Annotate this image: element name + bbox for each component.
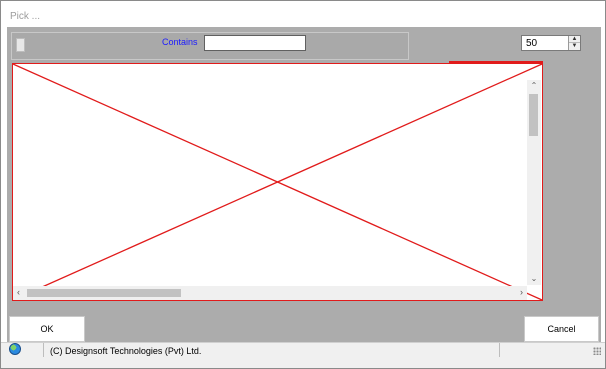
contains-input[interactable] — [204, 35, 306, 51]
pick-dialog: Pick ... Contains 50 ▲ ▼ ⌃ ⌄ ‹ › OK Canc… — [0, 0, 606, 369]
vertical-scroll-thumb[interactable] — [529, 94, 538, 136]
dialog-body: Contains 50 ▲ ▼ ⌃ ⌄ ‹ › OK Cancel — [7, 27, 601, 342]
cancel-button[interactable]: Cancel — [524, 316, 599, 342]
results-grid[interactable]: ⌃ ⌄ ‹ › — [12, 63, 543, 301]
count-spinner[interactable]: 50 ▲ ▼ — [521, 35, 581, 51]
spin-buttons: ▲ ▼ — [568, 36, 580, 50]
right-panel — [543, 63, 601, 301]
status-separator — [43, 343, 44, 357]
ok-button[interactable]: OK — [9, 316, 85, 342]
globe-icon — [9, 343, 21, 355]
contains-label: Contains — [162, 37, 198, 47]
horizontal-scroll-thumb[interactable] — [27, 289, 181, 297]
status-bar: (C) Designsoft Technologies (Pvt) Ltd. — [1, 342, 605, 368]
title-bar: Pick ... — [1, 1, 605, 27]
spin-up-icon[interactable]: ▲ — [569, 36, 580, 43]
filter-group: Contains — [11, 32, 409, 60]
copyright-text: (C) Designsoft Technologies (Pvt) Ltd. — [50, 346, 202, 356]
scroll-down-icon[interactable]: ⌄ — [530, 274, 538, 284]
filter-checkbox[interactable] — [16, 38, 25, 52]
window-title: Pick ... — [10, 11, 41, 22]
count-value[interactable]: 50 — [526, 38, 537, 49]
size-grip-icon[interactable] — [593, 347, 601, 355]
vertical-scrollbar[interactable]: ⌃ ⌄ — [527, 80, 541, 285]
scroll-up-icon[interactable]: ⌃ — [530, 81, 538, 91]
grid-error-cross — [13, 64, 542, 300]
status-separator — [499, 343, 500, 357]
scroll-left-icon[interactable]: ‹ — [17, 287, 20, 297]
horizontal-scrollbar[interactable]: ‹ › — [13, 286, 527, 300]
scroll-right-icon[interactable]: › — [520, 287, 523, 297]
spin-down-icon[interactable]: ▼ — [569, 43, 580, 50]
